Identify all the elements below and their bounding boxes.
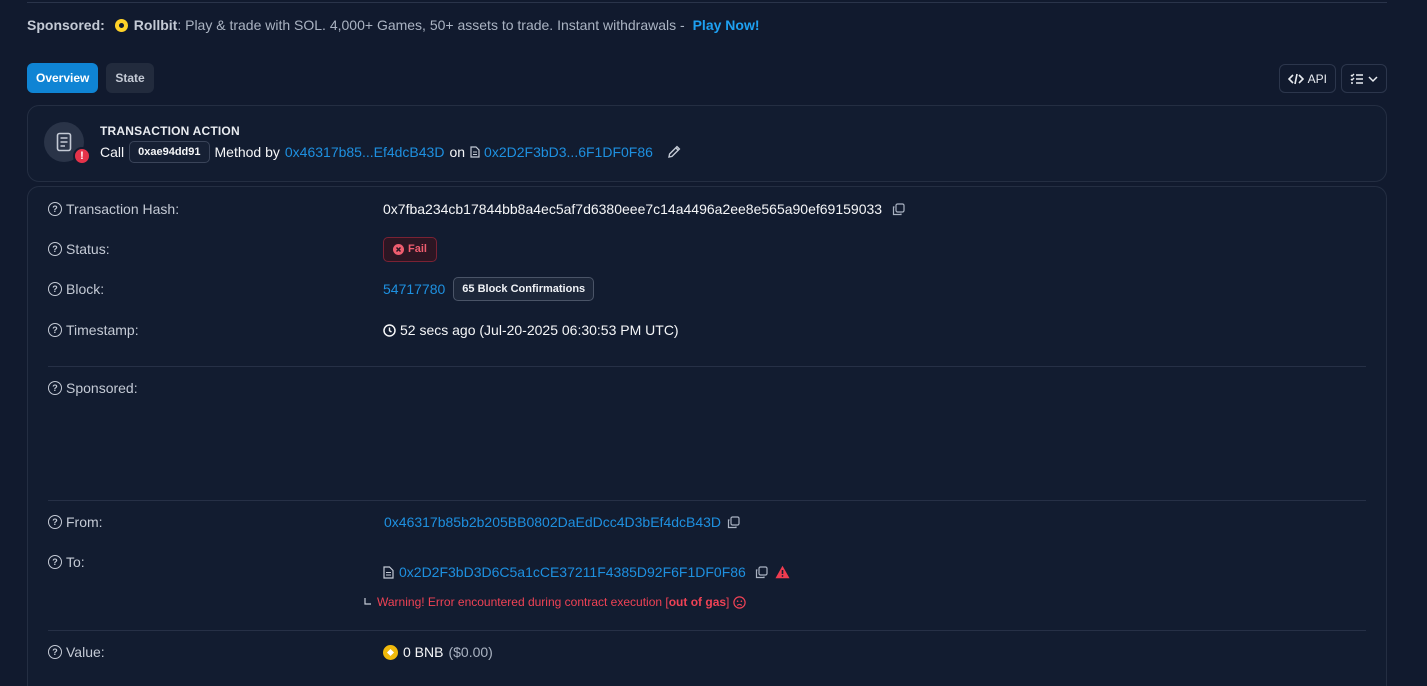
tab-state[interactable]: State <box>106 63 154 93</box>
help-icon: ? <box>48 381 62 395</box>
to-label-wrap: ? To: <box>48 554 85 570</box>
api-button[interactable]: API <box>1278 64 1336 93</box>
status-text: Fail <box>408 243 427 255</box>
action-call: Call <box>100 144 125 160</box>
help-icon: ? <box>48 645 62 659</box>
help-icon: ? <box>48 515 62 529</box>
timestamp-value-wrap: 52 secs ago (Jul-20-2025 06:30:53 PM UTC… <box>383 322 679 338</box>
corner-arrow-icon <box>363 597 373 607</box>
sponsor-label: Sponsored: <box>27 17 105 33</box>
from-label-wrap: ? From: <box>48 514 103 530</box>
help-icon: ? <box>48 242 62 256</box>
bnb-coin-icon <box>383 644 398 660</box>
api-label: API <box>1307 71 1327 86</box>
warning-out-of-gas: out of gas <box>668 595 727 609</box>
list-check-icon <box>1350 73 1364 85</box>
warning-text: Warning! Error encountered during contra… <box>377 595 729 609</box>
help-icon: ? <box>48 323 62 337</box>
to-label: To: <box>66 554 85 570</box>
block-confirmations-badge: 65 Block Confirmations <box>453 277 595 301</box>
value-value-wrap: 0 BNB ($0.00) <box>383 644 493 660</box>
status-label: Status: <box>66 241 110 257</box>
help-icon: ? <box>48 202 62 216</box>
from-label: From: <box>66 514 103 530</box>
value-usd: ($0.00) <box>448 644 493 660</box>
tx-hash-value-wrap: 0x7fba234cb17844bb8a4ec5af7d6380eee7c14a… <box>383 201 905 217</box>
sponsor-banner: Sponsored: Rollbit : Play & trade with S… <box>27 16 760 34</box>
clock-icon <box>383 323 396 337</box>
copy-icon[interactable] <box>892 202 905 216</box>
help-icon: ? <box>48 555 62 569</box>
transaction-details-card: ? Transaction Hash: 0x7fba234cb17844bb8a… <box>27 186 1387 686</box>
block-number-link[interactable]: 54717780 <box>383 281 445 297</box>
top-divider <box>27 2 1387 3</box>
action-on: on <box>449 144 466 160</box>
action-summary: Call 0xae94dd91 Method by 0x46317b85...E… <box>100 141 681 163</box>
block-label: Block: <box>66 281 105 297</box>
copy-icon[interactable] <box>755 565 768 579</box>
tx-hash-label-wrap: ? Transaction Hash: <box>48 201 179 217</box>
sad-face-icon <box>733 595 747 609</box>
divider <box>48 366 1366 367</box>
tx-hash-label: Transaction Hash: <box>66 201 180 217</box>
sponsor-cta-link[interactable]: Play Now! <box>693 17 760 33</box>
block-value-wrap: 54717780 65 Block Confirmations <box>383 277 595 301</box>
warning-triangle-icon <box>775 565 790 579</box>
help-icon: ? <box>48 282 62 296</box>
method-id-badge: 0xae94dd91 <box>129 141 210 163</box>
sponsored-label-wrap: ? Sponsored: <box>48 380 138 396</box>
action-method-by: Method by <box>214 144 280 160</box>
action-from-link[interactable]: 0x46317b85...Ef4dcB43D <box>285 144 445 160</box>
timestamp-value: 52 secs ago (Jul-20-2025 06:30:53 PM UTC… <box>400 322 679 338</box>
warning-prefix: Warning! Error encountered during contra… <box>377 595 669 609</box>
sponsor-text: : Play & trade with SOL. 4,000+ Games, 5… <box>177 17 689 33</box>
value-label-wrap: ? Value: <box>48 644 105 660</box>
value-amount: 0 BNB <box>403 644 444 660</box>
copy-icon[interactable] <box>727 515 740 529</box>
divider <box>48 500 1366 501</box>
block-label-wrap: ? Block: <box>48 281 104 297</box>
toolbar: API <box>1278 64 1387 93</box>
warning-suffix: ] <box>726 595 730 609</box>
timestamp-label-wrap: ? Timestamp: <box>48 322 139 338</box>
status-label-wrap: ? Status: <box>48 241 110 257</box>
value-label: Value: <box>66 644 105 660</box>
edit-pencil-icon[interactable] <box>667 145 681 159</box>
transaction-action-card: ! TRANSACTION ACTION Call 0xae94dd91 Met… <box>27 105 1387 182</box>
action-title: TRANSACTION ACTION <box>100 124 240 138</box>
tab-overview[interactable]: Overview <box>27 63 99 93</box>
rollbit-logo-icon <box>114 18 128 32</box>
to-address-link[interactable]: 0x2D2F3bD3D6C5a1cCE37211F4385D92F6F1DF0F… <box>399 564 746 580</box>
sponsor-brand: Rollbit <box>133 17 178 33</box>
contract-file-icon <box>383 565 394 579</box>
contract-file-icon <box>470 146 480 158</box>
from-address-link[interactable]: 0x46317b85b2b205BB0802DaEdDcc4D3bEf4dcB4… <box>384 514 721 530</box>
action-to-link[interactable]: 0x2D2F3bD3...6F1DF0F86 <box>484 144 653 160</box>
code-icon <box>1287 73 1304 85</box>
error-alert-icon: ! <box>73 147 91 165</box>
execution-warning: Warning! Error encountered during contra… <box>363 595 747 609</box>
chevron-down-icon <box>1368 75 1378 83</box>
tabs: Overview State <box>27 63 154 93</box>
status-value-wrap: Fail <box>383 236 437 262</box>
to-value-wrap: 0x2D2F3bD3D6C5a1cCE37211F4385D92F6F1DF0F… <box>383 564 790 580</box>
sponsored-label: Sponsored: <box>66 380 138 396</box>
tx-hash-value: 0x7fba234cb17844bb8a4ec5af7d6380eee7c14a… <box>383 201 883 217</box>
status-badge: Fail <box>383 236 437 262</box>
divider <box>48 630 1366 631</box>
timestamp-label: Timestamp: <box>66 322 139 338</box>
view-options-dropdown[interactable] <box>1341 64 1387 93</box>
from-value-wrap: 0x46317b85b2b205BB0802DaEdDcc4D3bEf4dcB4… <box>384 514 740 530</box>
fail-x-icon <box>393 243 404 255</box>
